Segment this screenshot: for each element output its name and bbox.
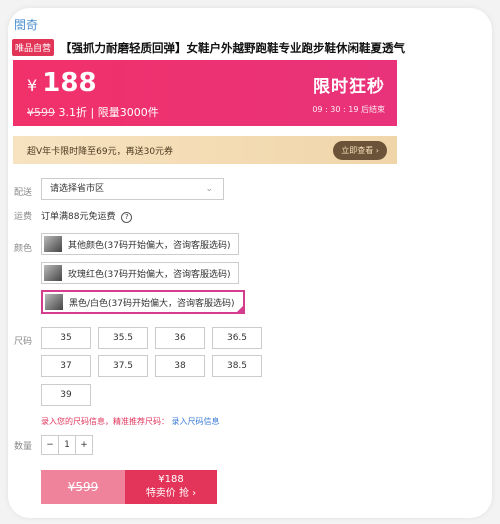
countdown-suffix: 后结束: [361, 105, 385, 114]
decrement-button[interactable]: −: [42, 436, 58, 454]
cta-price: ¥188: [158, 474, 184, 485]
color-thumbnail: [45, 294, 63, 310]
quantity-label: 数量: [14, 442, 33, 452]
color-option-selected[interactable]: 黑色/白色(37码开始偏大，咨询客服选码): [41, 290, 245, 314]
price-sub: ¥599 3.1折 | 限量3000件: [27, 104, 159, 120]
original-price: ¥599: [27, 106, 55, 119]
view-now-button[interactable]: 立即查看 ›: [333, 141, 387, 160]
title-row: 唯品自营 【强抓力耐磨轻质回弹】女鞋户外越野跑鞋专业跑步鞋休闲鞋夏透气: [12, 39, 492, 56]
color-thumbnail: [44, 265, 62, 281]
shipping-label: 运费: [14, 212, 33, 222]
brand-logo: 閤奇: [14, 18, 39, 32]
region-select[interactable]: 请选择省市区 ⌄: [41, 178, 224, 200]
size-option[interactable]: 36.5: [212, 327, 262, 349]
buy-button[interactable]: ¥599 ¥188 特卖价 抢 ›: [41, 470, 217, 504]
price-main: ¥ 188: [27, 68, 97, 98]
countdown: 09 : 30 : 19 后结束: [312, 104, 385, 115]
size-label: 尺码: [14, 337, 33, 347]
cta-original-price: ¥599: [41, 470, 125, 504]
region-select-placeholder: 请选择省市区: [50, 184, 105, 194]
cta-action: 特卖价 抢 ›: [145, 488, 197, 499]
color-option-label: 玫瑰红色(37码开始偏大，咨询客服选码): [68, 269, 231, 280]
size-option[interactable]: 38: [155, 355, 205, 377]
product-title: 【强抓力耐磨轻质回弹】女鞋户外越野跑鞋专业跑步鞋休闲鞋夏透气: [60, 40, 406, 55]
color-option[interactable]: 其他颜色(37码开始偏大，咨询客服选码): [41, 233, 240, 255]
size-option[interactable]: 35.5: [98, 327, 148, 349]
countdown-time: 09 : 30 : 19: [312, 105, 359, 114]
self-operated-badge: 唯品自营: [12, 39, 55, 56]
shipping-info: 订单满88元免运费 ?: [41, 209, 133, 223]
size-tip: 录入您的尺码信息，精准推荐尺码： 录入尺码信息: [41, 416, 220, 427]
chevron-down-icon: ⌄: [205, 184, 213, 194]
size-option[interactable]: 38.5: [212, 355, 262, 377]
size-option[interactable]: 39: [41, 384, 91, 406]
product-card: 閤奇 唯品自营 【强抓力耐磨轻质回弹】女鞋户外越野跑鞋专业跑步鞋休闲鞋夏透气 ¥…: [8, 8, 492, 518]
size-option[interactable]: 36: [155, 327, 205, 349]
selected-check-icon: [234, 304, 245, 314]
shipping-text: 订单满88元免运费: [41, 212, 116, 222]
quantity-value[interactable]: 1: [58, 436, 76, 454]
color-option[interactable]: 玫瑰红色(37码开始偏大，咨询客服选码): [41, 262, 240, 284]
limit-quantity: | 限量3000件: [90, 106, 159, 119]
color-thumbnail: [44, 236, 62, 252]
color-option-label: 其他颜色(37码开始偏大，咨询客服选码): [68, 240, 231, 251]
currency-symbol: ¥: [27, 76, 38, 95]
quantity-stepper: − 1 +: [41, 435, 93, 455]
size-option[interactable]: 35: [41, 327, 91, 349]
size-option[interactable]: 37.5: [98, 355, 148, 377]
enter-size-link[interactable]: 录入尺码信息: [172, 417, 220, 426]
increment-button[interactable]: +: [76, 436, 92, 454]
cta-sale[interactable]: ¥188 特卖价 抢 ›: [125, 470, 217, 504]
size-option[interactable]: 37: [41, 355, 91, 377]
help-icon[interactable]: ?: [121, 212, 133, 223]
color-label: 颜色: [14, 244, 33, 254]
price-banner: ¥ 188 ¥599 3.1折 | 限量3000件 限时狂秒 09 : 30 :…: [13, 60, 397, 126]
vip-banner[interactable]: 超V年卡限时降至69元，再送30元券 立即查看 ›: [13, 136, 397, 164]
size-tip-text: 录入您的尺码信息，精准推荐尺码：: [41, 417, 169, 426]
flash-sale-label: 限时狂秒: [313, 77, 385, 97]
discount-rate: 3.1折: [58, 106, 88, 119]
color-option-label: 黑色/白色(37码开始偏大，咨询客服选码): [69, 298, 235, 309]
sale-price: 188: [42, 68, 97, 98]
delivery-label: 配送: [14, 188, 33, 198]
vip-promo-text: 超V年卡限时降至69元，再送30元券: [27, 147, 174, 157]
